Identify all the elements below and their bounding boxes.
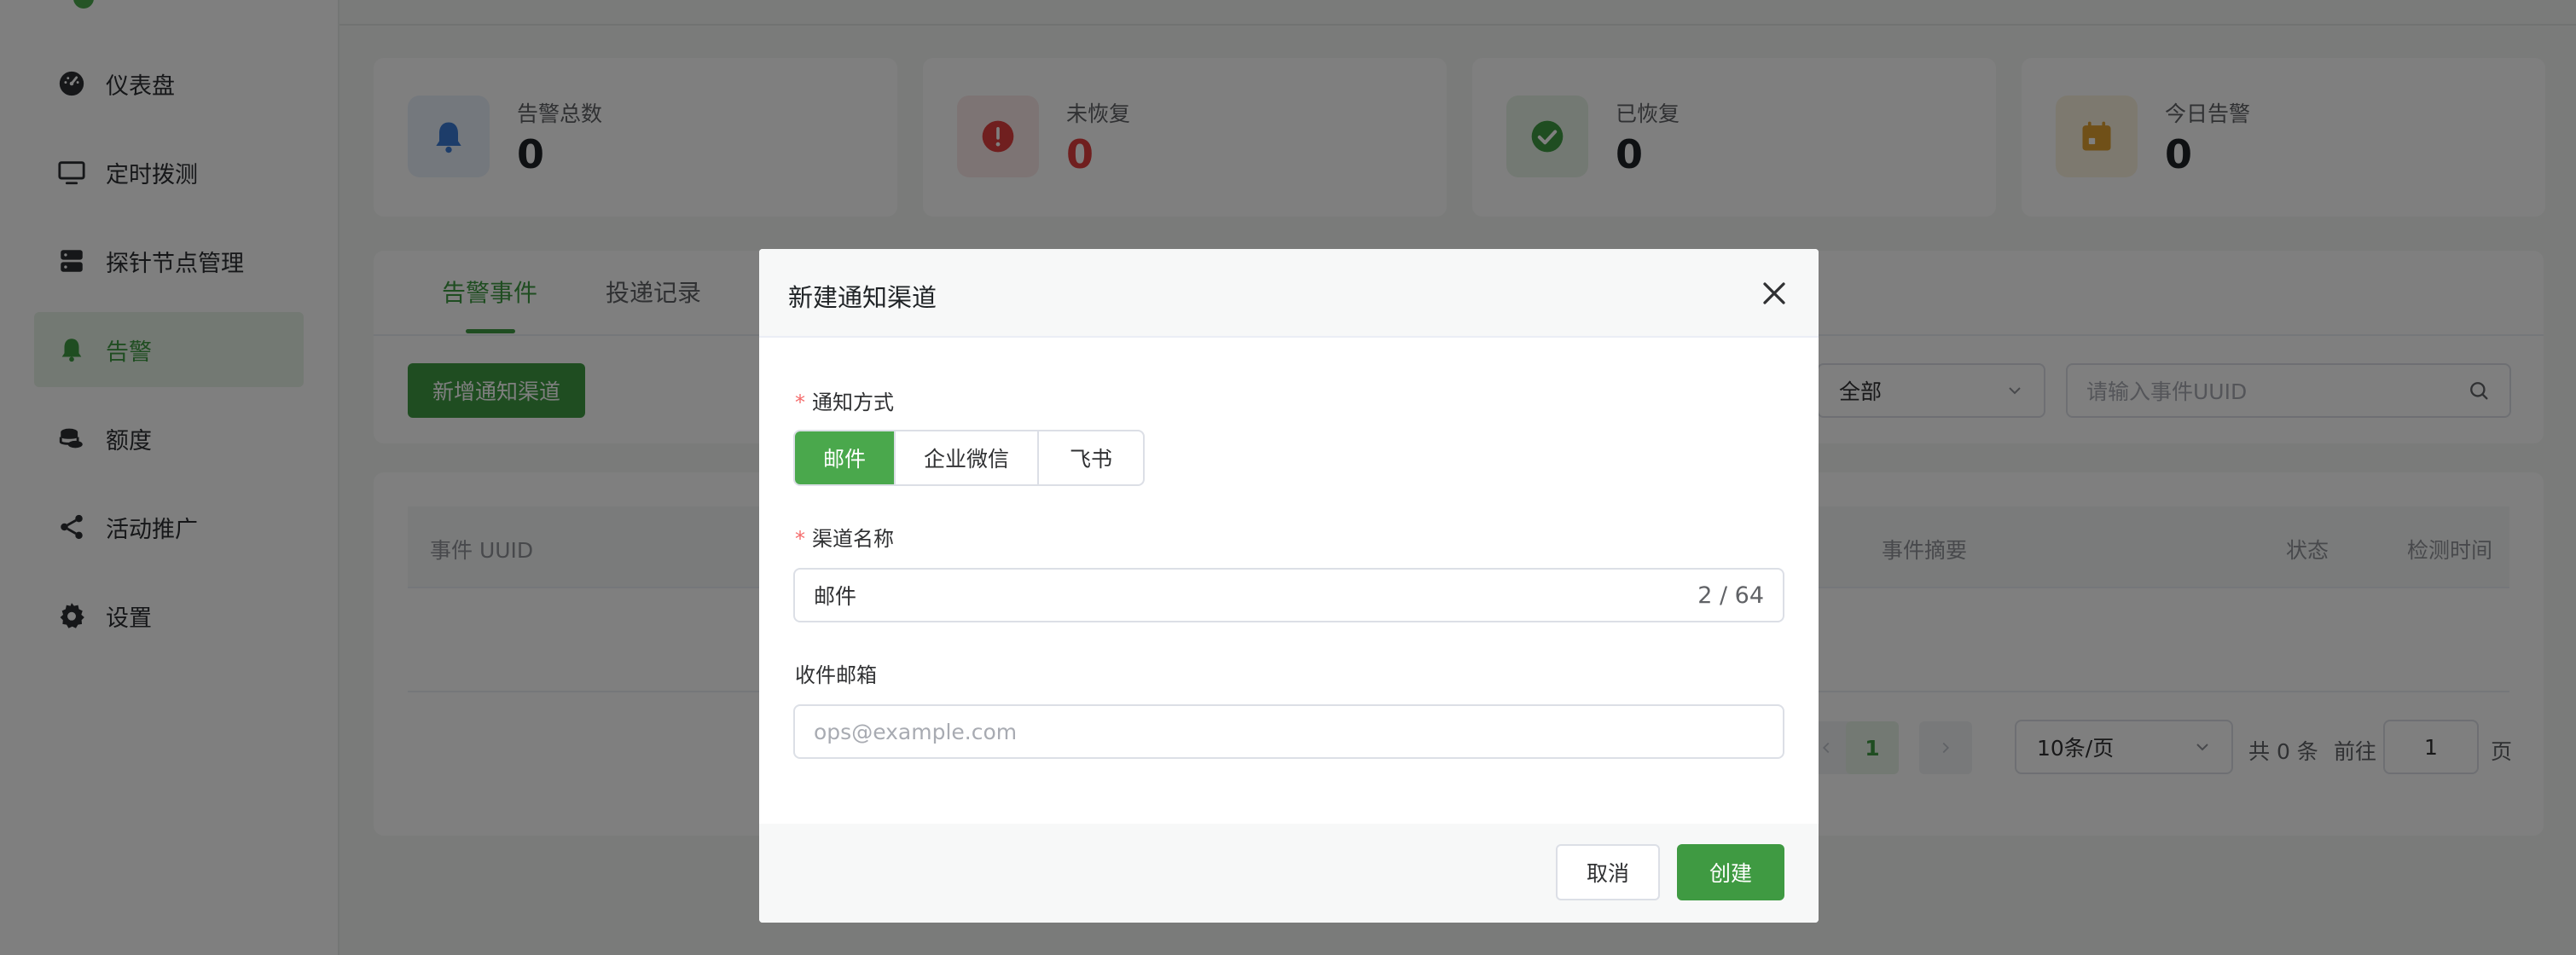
method-option-wecom[interactable]: 企业微信 <box>896 431 1039 484</box>
recipient-email-input[interactable]: ops@example.com <box>793 704 1784 759</box>
create-button[interactable]: 创建 <box>1677 844 1784 900</box>
method-label: * 通知方式 <box>795 391 894 414</box>
new-channel-dialog: 新建通知渠道 * 通知方式 邮件 企业微信 飞书 * 渠道名称 邮件 2 / 64 … <box>759 249 1819 923</box>
method-option-email[interactable]: 邮件 <box>795 431 896 484</box>
email-placeholder: ops@example.com <box>814 719 1018 744</box>
dialog-title: 新建通知渠道 <box>788 283 937 312</box>
char-counter: 2 / 64 <box>1697 582 1764 609</box>
channel-name-input[interactable]: 邮件 2 / 64 <box>793 568 1784 622</box>
required-mark: * <box>795 391 805 414</box>
required-mark: * <box>795 527 805 551</box>
email-label: 收件邮箱 <box>795 663 877 687</box>
method-segmented-control: 邮件 企业微信 飞书 <box>793 430 1145 486</box>
cancel-button[interactable]: 取消 <box>1556 844 1660 900</box>
method-option-feishu[interactable]: 飞书 <box>1039 431 1143 484</box>
close-icon[interactable] <box>1755 275 1793 312</box>
name-label: * 渠道名称 <box>795 527 894 551</box>
channel-name-value: 邮件 <box>814 584 857 609</box>
